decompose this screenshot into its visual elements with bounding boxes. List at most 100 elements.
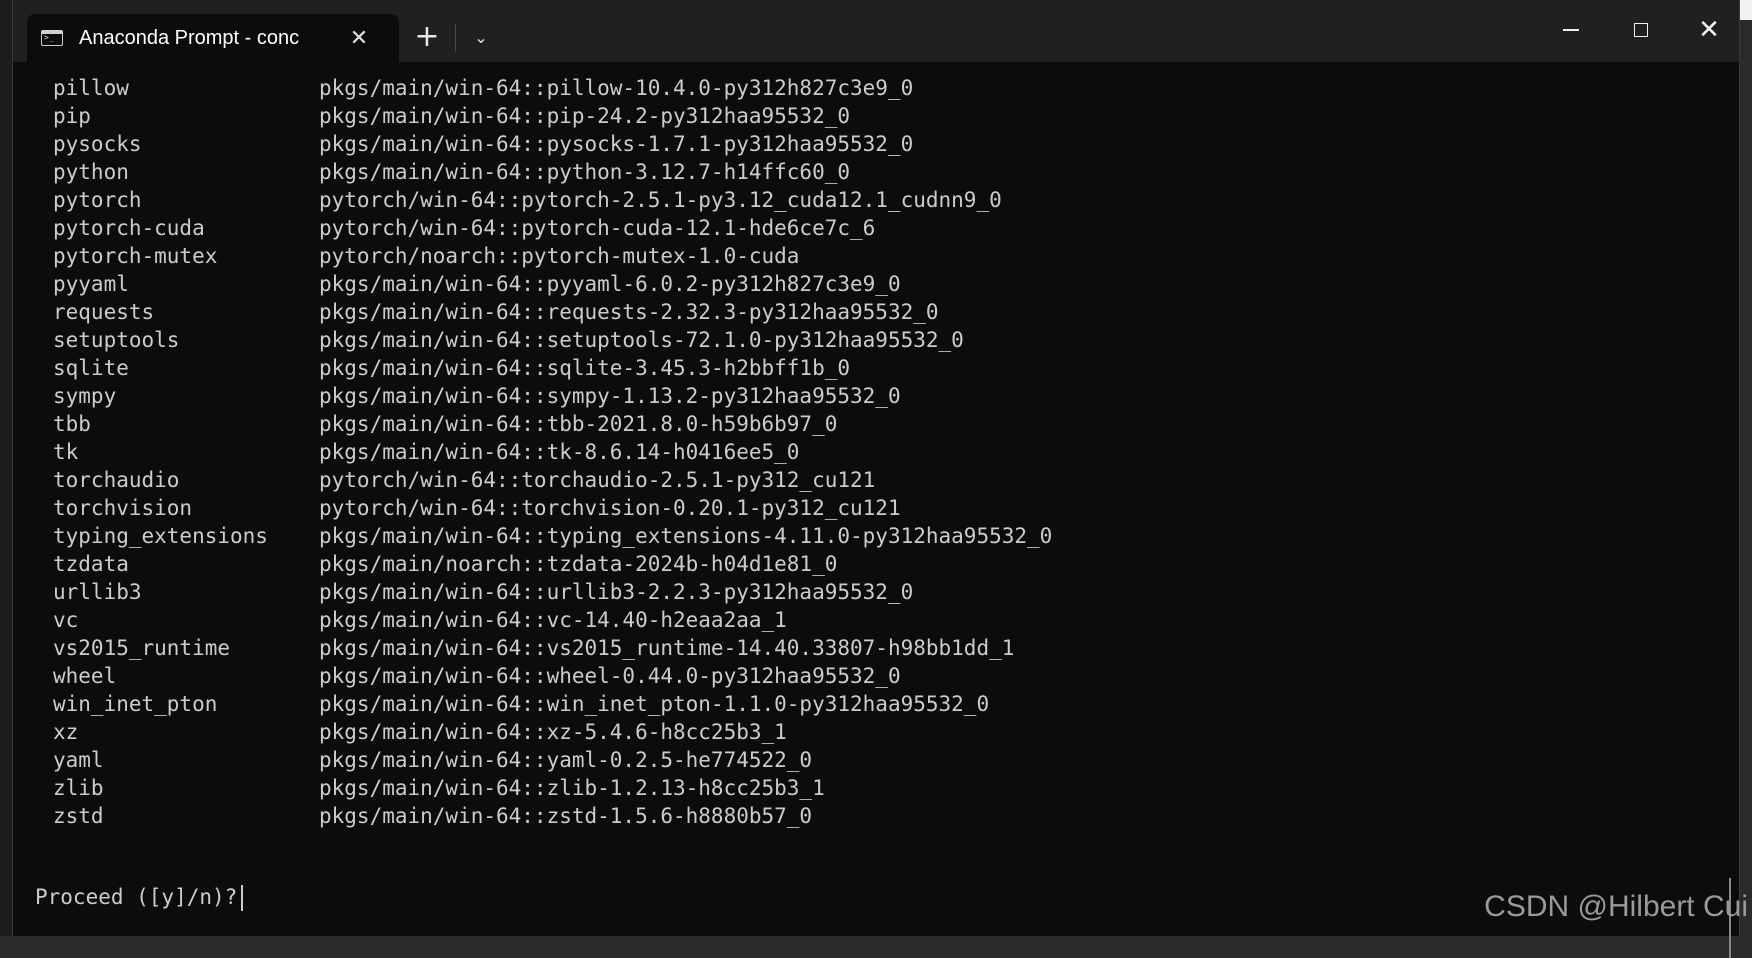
package-row: win_inet_pton pkgs/main/win-64::win_inet_… [53,690,1052,718]
terminal-output[interactable]: pillow pkgs/main/win-64::pillow-10.4.0-py… [23,62,1739,958]
package-row: pip pkgs/main/win-64::pip-24.2-py312haa95… [53,102,1052,130]
package-row: yaml pkgs/main/win-64::yaml-0.2.5-he77452… [53,746,1052,774]
package-source: pkgs/main/win-64::setuptools-72.1.0-py31… [319,328,964,352]
package-row: wheel pkgs/main/win-64::wheel-0.44.0-py31… [53,662,1052,690]
package-row: torchaudio pytorch/win-64::torchaudio-2.5… [53,466,1052,494]
package-source: pytorch/win-64::pytorch-2.5.1-py3.12_cud… [319,188,1002,212]
package-row: torchvision pytorch/win-64::torchvision-0… [53,494,1052,522]
watermark: CSDN @Hilbert Cui [1484,890,1748,923]
package-list: pillow pkgs/main/win-64::pillow-10.4.0-py… [53,74,1052,830]
package-source: pkgs/main/win-64::xz-5.4.6-h8cc25b3_1 [319,720,787,744]
package-source: pkgs/main/win-64::pysocks-1.7.1-py312haa… [319,132,914,156]
tab-title: Anaconda Prompt - conc [79,26,300,49]
package-row: tbb pkgs/main/win-64::tbb-2021.8.0-h59b6b… [53,410,1052,438]
package-row: zlib pkgs/main/win-64::zlib-1.2.13-h8cc25… [53,774,1052,802]
package-source: pkgs/main/win-64::tk-8.6.14-h0416ee5_0 [319,440,800,464]
package-name: pysocks [53,132,142,156]
tab-anaconda-prompt[interactable]: Anaconda Prompt - conc ✕ [27,14,399,62]
package-row: pytorch pytorch/win-64::pytorch-2.5.1-py3… [53,186,1052,214]
package-source: pkgs/main/win-64::sympy-1.13.2-py312haa9… [319,384,901,408]
package-source: pytorch/win-64::torchvision-0.20.1-py312… [319,496,901,520]
close-window-button[interactable]: ✕ [1679,10,1739,50]
package-name: torchaudio [53,468,180,492]
package-source: pkgs/main/win-64::win_inet_pton-1.1.0-py… [319,692,990,716]
maximize-button[interactable] [1611,10,1671,50]
package-name: pip [53,104,91,128]
minimize-button[interactable] [1541,10,1601,50]
package-source: pytorch/noarch::pytorch-mutex-1.0-cuda [319,244,800,268]
package-source: pkgs/main/win-64::wheel-0.44.0-py312haa9… [319,664,901,688]
package-row: typing_extensions pkgs/main/win-64::typin… [53,522,1052,550]
package-row: setuptools pkgs/main/win-64::setuptools-7… [53,326,1052,354]
desktop-background [0,0,12,936]
new-tab-button[interactable]: + [405,18,449,58]
package-name: torchvision [53,496,193,520]
package-name: pytorch [53,188,142,212]
terminal-icon [41,30,63,46]
package-source: pkgs/main/win-64::urllib3-2.2.3-py312haa… [319,580,914,604]
package-name: urllib3 [53,580,142,604]
package-name: sqlite [53,356,129,380]
package-name: wheel [53,664,117,688]
package-source: pkgs/main/win-64::zlib-1.2.13-h8cc25b3_1 [319,776,825,800]
package-name: win_inet_pton [53,692,218,716]
package-source: pkgs/main/win-64::sqlite-3.45.3-h2bbff1b… [319,356,851,380]
terminal-window: Anaconda Prompt - conc ✕ + ⌄ ✕ pillow pkg… [12,0,1740,958]
package-row: pytorch-mutex pytorch/noarch::pytorch-mut… [53,242,1052,270]
prompt-line[interactable]: Proceed ([y]/n)? [35,882,244,912]
package-row: sympy pkgs/main/win-64::sympy-1.13.2-py31… [53,382,1052,410]
package-name: setuptools [53,328,180,352]
package-source: pkgs/main/win-64::python-3.12.7-h14ffc60… [319,160,851,184]
package-name: yaml [53,748,104,772]
prompt-text: Proceed ([y]/n)? [35,885,238,909]
package-source: pkgs/main/win-64::pyyaml-6.0.2-py312h827… [319,272,901,296]
package-row: vs2015_runtime pkgs/main/win-64::vs2015_r… [53,634,1052,662]
package-source: pkgs/main/win-64::zstd-1.5.6-h8880b57_0 [319,804,813,828]
package-row: python pkgs/main/win-64::python-3.12.7-h1… [53,158,1052,186]
package-row: tzdata pkgs/main/noarch::tzdata-2024b-h04… [53,550,1052,578]
package-name: tk [53,440,79,464]
package-name: pytorch-cuda [53,216,205,240]
title-bar: Anaconda Prompt - conc ✕ + ⌄ ✕ [13,0,1739,62]
package-row: pyyaml pkgs/main/win-64::pyyaml-6.0.2-py3… [53,270,1052,298]
text-cursor [241,885,244,911]
package-name: xz [53,720,79,744]
package-name: zlib [53,776,104,800]
package-source: pkgs/main/win-64::typing_extensions-4.11… [319,524,1053,548]
package-name: vs2015_runtime [53,636,231,660]
package-name: pillow [53,76,129,100]
close-tab-icon[interactable]: ✕ [345,26,373,51]
package-name: python [53,160,129,184]
package-name: requests [53,300,155,324]
package-name: pytorch-mutex [53,244,218,268]
package-row: tk pkgs/main/win-64::tk-8.6.14-h0416ee5_0 [53,438,1052,466]
package-source: pytorch/win-64::pytorch-cuda-12.1-hde6ce… [319,216,876,240]
package-name: sympy [53,384,117,408]
package-name: typing_extensions [53,524,268,548]
package-source: pkgs/main/win-64::pillow-10.4.0-py312h82… [319,76,914,100]
package-row: zstd pkgs/main/win-64::zstd-1.5.6-h8880b5… [53,802,1052,830]
package-name: tzdata [53,552,129,576]
package-source: pkgs/main/win-64::pip-24.2-py312haa95532… [319,104,851,128]
package-row: requests pkgs/main/win-64::requests-2.32.… [53,298,1052,326]
package-row: pysocks pkgs/main/win-64::pysocks-1.7.1-p… [53,130,1052,158]
package-source: pkgs/main/win-64::tbb-2021.8.0-h59b6b97_… [319,412,838,436]
package-name: vc [53,608,79,632]
minimize-icon [1563,29,1579,31]
package-source: pkgs/main/win-64::vs2015_runtime-14.40.3… [319,636,1015,660]
package-row: urllib3 pkgs/main/win-64::urllib3-2.2.3-p… [53,578,1052,606]
package-row: pillow pkgs/main/win-64::pillow-10.4.0-py… [53,74,1052,102]
package-row: sqlite pkgs/main/win-64::sqlite-3.45.3-h2… [53,354,1052,382]
maximize-icon [1634,23,1648,37]
divider [455,24,456,52]
package-row: xz pkgs/main/win-64::xz-5.4.6-h8cc25b3_1 [53,718,1052,746]
package-source: pkgs/main/win-64::yaml-0.2.5-he774522_0 [319,748,813,772]
package-source: pkgs/main/noarch::tzdata-2024b-h04d1e81_… [319,552,838,576]
package-source: pkgs/main/win-64::vc-14.40-h2eaa2aa_1 [319,608,787,632]
package-name: zstd [53,804,104,828]
package-row: vc pkgs/main/win-64::vc-14.40-h2eaa2aa_1 [53,606,1052,634]
package-name: tbb [53,412,91,436]
package-name: pyyaml [53,272,129,296]
package-row: pytorch-cuda pytorch/win-64::pytorch-cuda… [53,214,1052,242]
chevron-down-icon[interactable]: ⌄ [461,18,501,58]
